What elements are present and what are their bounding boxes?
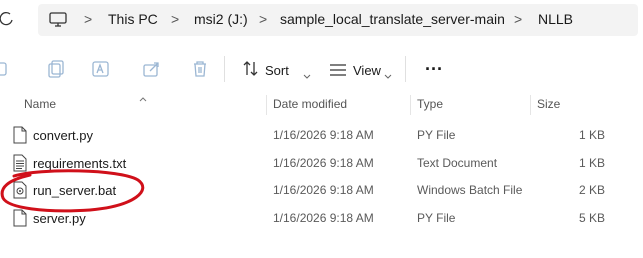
breadcrumb-separator: > [84, 11, 93, 27]
column-header-type[interactable]: Type [417, 97, 443, 111]
view-icon[interactable] [329, 63, 347, 77]
column-header-name[interactable]: Name [24, 97, 56, 111]
table-row[interactable]: convert.py 1/16/2026 9:18 AM PY File 1 K… [0, 121, 643, 148]
breadcrumb-separator: > [171, 11, 180, 27]
file-date: 1/16/2026 9:18 AM [273, 211, 374, 225]
sort-icon[interactable] [241, 59, 261, 79]
chevron-down-icon[interactable] [384, 67, 392, 79]
sort-indicator-icon [139, 89, 147, 102]
toolbar-divider [405, 56, 406, 82]
computer-icon [49, 12, 67, 28]
column-header-size[interactable]: Size [537, 97, 560, 111]
breadcrumb-item-project-folder[interactable]: sample_local_translate_server-main [280, 11, 505, 27]
column-divider[interactable] [266, 95, 267, 115]
breadcrumb-item-this-pc[interactable]: This PC [108, 11, 158, 27]
file-type: PY File [417, 128, 456, 142]
delete-icon[interactable] [190, 59, 210, 79]
breadcrumb-separator: > [514, 11, 523, 27]
column-header-date-modified[interactable]: Date modified [273, 97, 347, 111]
column-divider[interactable] [410, 95, 411, 115]
view-button[interactable]: View [353, 63, 381, 78]
sort-button[interactable]: Sort [265, 63, 289, 78]
toolbar-divider [224, 56, 225, 82]
address-bar-area: > This PC > msi2 (J:) > sample_local_tra… [0, 0, 643, 40]
column-divider[interactable] [530, 95, 531, 115]
file-size: 5 KB [579, 211, 606, 225]
copy-icon[interactable] [46, 59, 66, 79]
file-type: Text Document [417, 156, 498, 170]
rename-icon[interactable] [91, 59, 111, 79]
python-file-icon [13, 126, 27, 144]
cut-icon[interactable] [0, 59, 20, 79]
chevron-down-icon[interactable] [303, 67, 311, 79]
file-date: 1/16/2026 9:18 AM [273, 183, 374, 197]
more-options-button[interactable]: ··· [425, 59, 443, 80]
file-date: 1/16/2026 9:18 AM [273, 128, 374, 142]
command-bar [0, 48, 643, 92]
file-type: Windows Batch File [417, 183, 523, 197]
file-size: 1 KB [579, 156, 606, 170]
annotation-ellipse [0, 169, 145, 213]
file-date: 1/16/2026 9:18 AM [273, 156, 374, 170]
refresh-icon[interactable] [0, 10, 14, 28]
breadcrumb-separator: > [259, 11, 268, 27]
breadcrumb-item-drive[interactable]: msi2 (J:) [194, 11, 248, 27]
file-size: 2 KB [579, 183, 606, 197]
file-name: convert.py [33, 128, 93, 143]
share-icon[interactable] [142, 59, 162, 79]
file-type: PY File [417, 211, 456, 225]
breadcrumb-item-nllb[interactable]: NLLB [538, 11, 573, 27]
file-size: 1 KB [579, 128, 606, 142]
